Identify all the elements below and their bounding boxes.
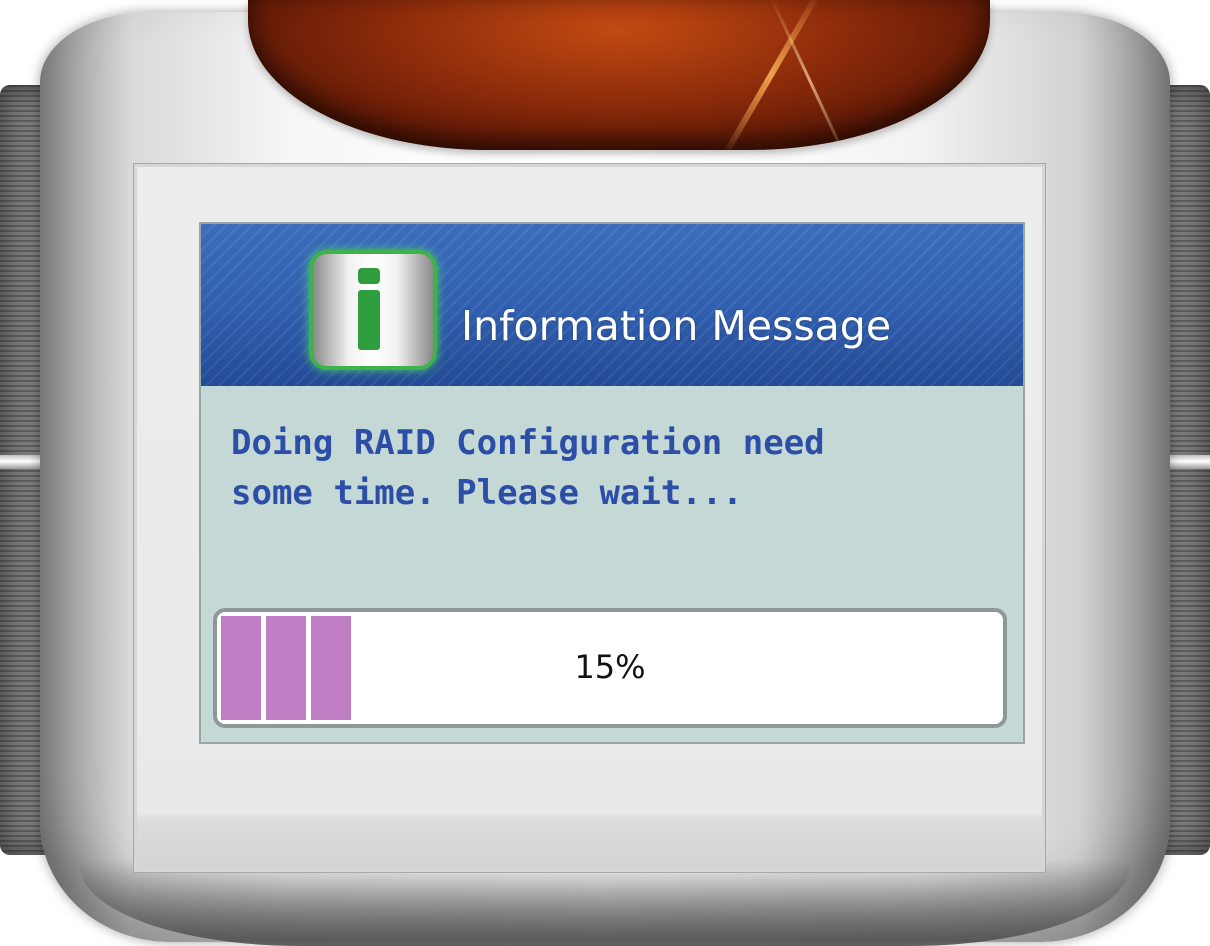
lcd-screen-inner: Information Message Doing RAID Configura…: [137, 167, 1042, 869]
status-message-line-1: Doing RAID Configuration need: [231, 423, 825, 463]
lcd-screen: Information Message Doing RAID Configura…: [133, 163, 1046, 873]
info-icon-dot: [358, 268, 380, 284]
status-message-line-2: some time. Please wait...: [231, 473, 743, 513]
info-icon: [309, 250, 437, 370]
progress-bar: 15%: [213, 608, 1007, 728]
device-top-dome: [248, 0, 990, 150]
dialog-title: Information Message: [461, 302, 892, 350]
status-message: Doing RAID Configuration need some time.…: [231, 418, 1001, 518]
info-icon-stem: [358, 290, 380, 350]
dialog-header: Information Message: [201, 224, 1023, 386]
dome-highlight-secondary: [770, 0, 849, 150]
progress-label: 15%: [574, 648, 646, 686]
information-dialog: Information Message Doing RAID Configura…: [199, 222, 1025, 744]
device-stage: Information Message Doing RAID Configura…: [0, 0, 1210, 946]
